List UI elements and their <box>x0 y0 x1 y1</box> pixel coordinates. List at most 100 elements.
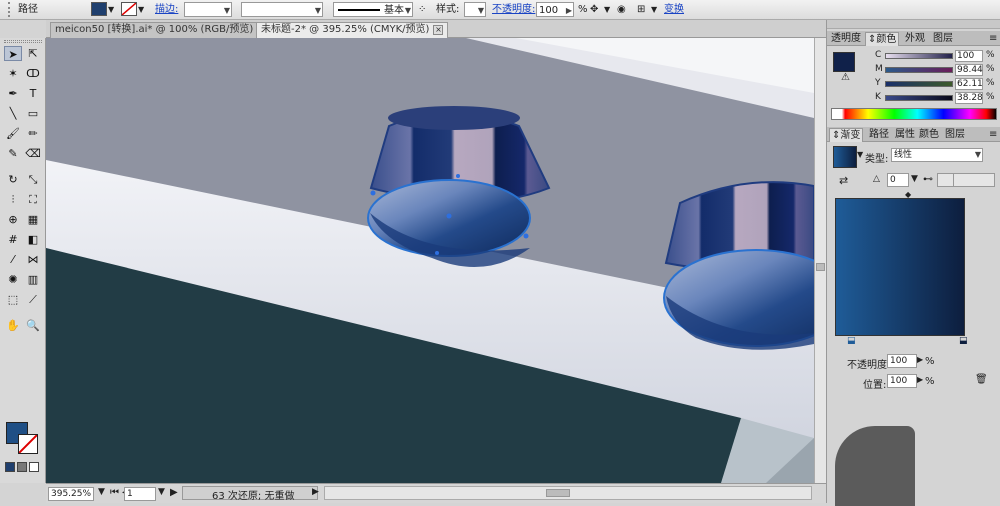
chevron-right-icon[interactable]: ▶ <box>312 487 319 497</box>
chevron-down-icon[interactable]: ▼ <box>158 487 165 497</box>
tab-layers-2[interactable]: 图层 <box>943 128 967 142</box>
delete-stop-icon[interactable]: 🗑 <box>975 374 988 385</box>
scroll-thumb[interactable] <box>546 489 570 497</box>
column-graph-tool[interactable]: ▥ <box>24 272 42 287</box>
color-mode-icon[interactable] <box>5 462 15 472</box>
lasso-tool[interactable]: ↀ <box>24 66 42 81</box>
width-tool[interactable]: ⫶ <box>4 192 22 207</box>
stroke-swatch[interactable] <box>121 2 137 16</box>
tab-transparency[interactable]: 透明度 <box>829 32 863 46</box>
direct-selection-tool[interactable]: ⇱ <box>24 46 42 61</box>
location-input[interactable]: 100 <box>887 374 917 388</box>
transform-link[interactable]: 变换 <box>664 2 684 17</box>
slice-tool[interactable]: ⟋ <box>24 292 42 307</box>
fill-color-swatch[interactable] <box>833 52 855 72</box>
scroll-thumb[interactable] <box>816 263 825 271</box>
artboard-canvas[interactable] <box>46 38 814 483</box>
blob-brush-tool[interactable]: ✎ <box>4 146 22 161</box>
channel-slider[interactable] <box>885 95 953 101</box>
gradient-preview[interactable] <box>835 198 965 336</box>
type-select[interactable]: 线性 ▼ <box>891 148 983 162</box>
free-transform-tool[interactable]: ⛶ <box>24 192 42 207</box>
perspective-grid-tool[interactable]: ▦ <box>24 212 42 227</box>
eraser-tool[interactable]: ⌫ <box>24 146 42 161</box>
paintbrush-tool[interactable]: 🖌 <box>4 126 22 141</box>
channel-value[interactable]: 38.28 <box>955 92 983 104</box>
reverse-gradient-icon[interactable]: ⇄ <box>839 174 848 187</box>
artboard-tool[interactable]: ⬚ <box>4 292 22 307</box>
chevron-right-icon[interactable]: ▶ <box>917 375 923 384</box>
type-tool[interactable]: T <box>24 86 42 101</box>
zoom-field[interactable]: 395.25% <box>48 487 94 501</box>
chevron-down-icon[interactable]: ▼ <box>98 487 105 497</box>
gradient-stop-start[interactable]: ⬓ <box>847 336 856 346</box>
magic-wand-tool[interactable]: ✶ <box>4 66 22 81</box>
channel-slider[interactable] <box>885 81 953 87</box>
panel-menu-icon[interactable]: ≡ <box>987 32 999 46</box>
vertical-scrollbar[interactable] <box>814 38 826 483</box>
next-artboard-icon[interactable]: ▶ <box>170 487 178 498</box>
rectangle-tool[interactable]: ▭ <box>24 106 42 121</box>
stroke-swatch[interactable] <box>18 434 38 454</box>
tab-color-guide[interactable]: 颜色 <box>917 128 941 142</box>
tab-attributes[interactable]: 属性 <box>893 128 917 142</box>
selection-tool[interactable]: ➤ <box>4 46 22 61</box>
tab-untitled-2[interactable]: 未标题-2* @ 395.25% (CMYK/预览) × <box>256 22 449 38</box>
chevron-right-icon[interactable]: ▶ <box>917 355 923 364</box>
stroke-label-link[interactable]: 描边: <box>155 2 178 17</box>
opacity-label-link[interactable]: 不透明度: <box>492 2 535 17</box>
recolor-icon[interactable]: ⁘ <box>418 2 426 17</box>
shape-builder-tool[interactable]: ⊕ <box>4 212 22 227</box>
channel-value[interactable]: 98.44 <box>955 64 983 76</box>
isolate-icon[interactable]: ◉ <box>617 2 626 17</box>
chevron-down-icon[interactable]: ▼ <box>604 2 610 17</box>
tab-color[interactable]: ⇕颜色 <box>865 32 900 46</box>
panel-menu-icon[interactable]: ≡ <box>987 128 999 142</box>
stroke-weight-select[interactable]: ▼ <box>184 2 232 17</box>
chevron-down-icon[interactable]: ▼ <box>911 174 918 184</box>
pencil-tool[interactable]: ✏ <box>24 126 42 141</box>
scale-tool[interactable]: ⤡ <box>24 172 42 187</box>
out-of-gamut-icon[interactable]: ⚠ <box>841 72 855 86</box>
none-mode-icon[interactable] <box>29 462 39 472</box>
cap-shape-2[interactable] <box>663 181 814 350</box>
chevron-down-icon[interactable]: ▼ <box>857 150 863 159</box>
channel-value[interactable]: 62.11 <box>955 78 983 90</box>
variable-width-select[interactable]: ▼ <box>241 2 323 17</box>
tab-gradient[interactable]: ⇕渐变 <box>829 128 864 142</box>
stop-opacity-input[interactable]: 100 <box>887 354 917 368</box>
mesh-tool[interactable]: # <box>4 232 22 247</box>
tab-meicon50[interactable]: meicon50 [转换].ai* @ 100% (RGB/预览)× <box>50 22 273 38</box>
gradient-tool[interactable]: ◧ <box>24 232 42 247</box>
chevron-down-icon[interactable]: ▼ <box>108 2 114 17</box>
close-icon[interactable]: × <box>433 25 444 35</box>
eyedropper-tool[interactable]: ⁄ <box>4 252 22 267</box>
brush-definition-select[interactable]: 基本 ▼ <box>333 2 413 17</box>
line-tool[interactable]: ╲ <box>4 106 22 121</box>
zoom-tool[interactable]: 🔍 <box>24 318 42 333</box>
document-setup-icon[interactable]: ✥ <box>590 2 598 17</box>
channel-slider[interactable] <box>885 53 953 59</box>
hand-tool[interactable]: ✋ <box>4 318 22 333</box>
fill-swatch[interactable] <box>91 2 107 16</box>
pen-tool[interactable]: ✒ <box>4 86 22 101</box>
tab-layers[interactable]: 图层 <box>931 32 955 46</box>
rotate-tool[interactable]: ↻ <box>4 172 22 187</box>
gradient-swatch[interactable] <box>833 146 857 168</box>
channel-value[interactable]: 100 <box>955 50 983 62</box>
tab-pathfinder[interactable]: 路径 <box>867 128 891 142</box>
align-icon[interactable]: ⊞ <box>637 2 645 17</box>
angle-input[interactable]: 0 <box>887 173 909 187</box>
chevron-down-icon[interactable]: ▼ <box>138 2 144 17</box>
gradient-stop-end[interactable]: ⬓ <box>959 336 968 346</box>
color-spectrum-bar[interactable] <box>831 108 997 120</box>
blend-tool[interactable]: ⋈ <box>24 252 42 267</box>
tab-appearance[interactable]: 外观 <box>903 32 927 46</box>
channel-slider[interactable] <box>885 67 953 73</box>
gradient-mode-icon[interactable] <box>17 462 27 472</box>
first-artboard-icon[interactable]: ⏮ <box>110 487 119 498</box>
artboard-field[interactable]: 1 <box>124 487 156 501</box>
graphic-style-select[interactable]: ▼ <box>464 2 486 17</box>
symbol-sprayer-tool[interactable]: ✺ <box>4 272 22 287</box>
opacity-input[interactable]: 100 ▶ <box>536 2 574 17</box>
